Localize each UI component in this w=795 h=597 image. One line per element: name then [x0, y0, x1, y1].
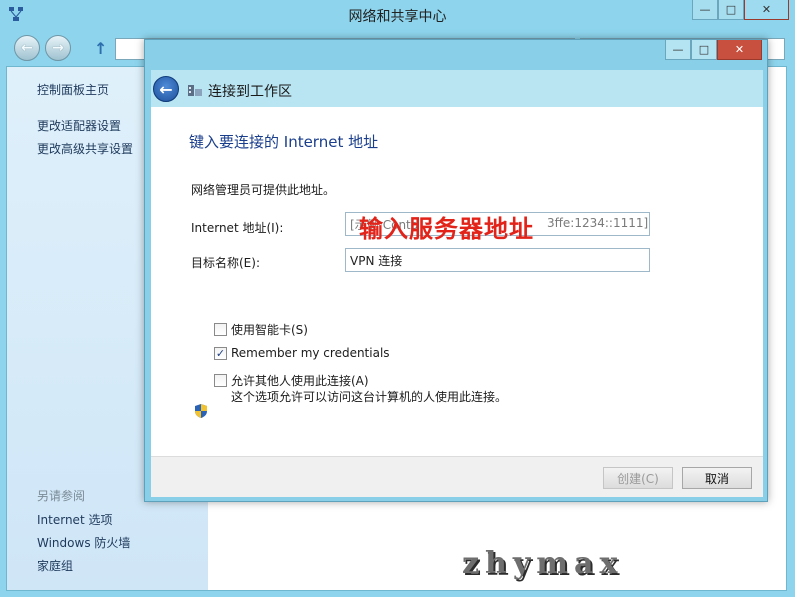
control-panel-home-link[interactable]: 控制面板主页 — [37, 81, 109, 98]
arrow-right-icon: → — [52, 40, 64, 56]
page-description: 网络管理员可提供此地址。 — [191, 183, 336, 197]
uac-shield-icon — [195, 404, 207, 418]
back-nav-button[interactable]: ← — [14, 35, 40, 61]
wizard-back-button[interactable]: ← — [153, 76, 179, 102]
outer-window-title: 网络和共享中心 — [348, 9, 447, 25]
dialog-title: 连接到工作区 — [208, 84, 292, 100]
internet-options-link[interactable]: Internet 选项 — [37, 511, 112, 528]
annotation-text: 输入服务器地址 — [359, 215, 534, 243]
dialog-body: 键入要连接的 Internet 地址 网络管理员可提供此地址。 Internet… — [151, 107, 763, 456]
outer-title-bar: 网络和共享中心 — □ ✕ — [0, 0, 795, 30]
homegroup-link[interactable]: 家庭组 — [37, 557, 73, 574]
destination-name-label: 目标名称(E): — [191, 256, 260, 270]
windows-firewall-link[interactable]: Windows 防火墙 — [37, 534, 130, 551]
arrow-left-icon: ← — [159, 79, 173, 99]
internet-address-label: Internet 地址(I): — [191, 221, 284, 235]
create-button[interactable]: 创建(C) — [603, 467, 673, 489]
allow-others-checkbox[interactable] — [214, 374, 227, 387]
forward-nav-button[interactable]: → — [45, 35, 71, 61]
remember-credentials-option[interactable]: ✓ Remember my credentials — [214, 346, 390, 360]
see-also-heading: 另请参阅 — [37, 489, 86, 503]
dialog-maximize-button[interactable]: □ — [691, 40, 717, 60]
watermark: zhymax — [462, 546, 624, 581]
destination-name-input[interactable]: VPN 连接 — [345, 248, 650, 272]
smart-card-checkbox[interactable] — [214, 323, 227, 336]
dialog-minimize-button[interactable]: — — [665, 40, 691, 60]
internet-address-value-right: 3ffe:1234::1111] — [547, 216, 649, 230]
outer-maximize-button[interactable]: □ — [718, 0, 744, 20]
allow-others-option[interactable]: 允许其他人使用此连接(A) — [214, 372, 369, 389]
allow-others-label: 允许其他人使用此连接(A) — [231, 374, 369, 388]
remember-credentials-label: Remember my credentials — [231, 346, 390, 360]
change-adapter-settings-link[interactable]: 更改适配器设置 — [37, 117, 121, 134]
workplace-network-icon — [188, 85, 202, 96]
cancel-button[interactable]: 取消 — [682, 467, 752, 489]
connect-to-workplace-dialog: — □ ✕ ← 连接到工作区 键入要连接的 Internet 地址 网络管理员可… — [144, 39, 768, 502]
remember-credentials-checkbox[interactable]: ✓ — [214, 346, 227, 360]
change-advanced-sharing-link[interactable]: 更改高级共享设置 — [37, 140, 133, 157]
smart-card-label: 使用智能卡(S) — [231, 323, 308, 337]
allow-others-note: 这个选项允许可以访问这台计算机的人使用此连接。 — [231, 390, 508, 404]
dialog-header: ← 连接到工作区 — [151, 70, 763, 107]
dialog-close-button[interactable]: ✕ — [717, 40, 762, 60]
outer-close-button[interactable]: ✕ — [744, 0, 789, 20]
page-heading: 键入要连接的 Internet 地址 — [189, 133, 379, 151]
up-arrow-icon[interactable]: ↑ — [94, 39, 107, 58]
outer-minimize-button[interactable]: — — [692, 0, 718, 20]
arrow-left-icon: ← — [21, 40, 33, 56]
smart-card-option[interactable]: 使用智能卡(S) — [214, 321, 308, 338]
dialog-footer: 创建(C) 取消 — [151, 456, 763, 497]
